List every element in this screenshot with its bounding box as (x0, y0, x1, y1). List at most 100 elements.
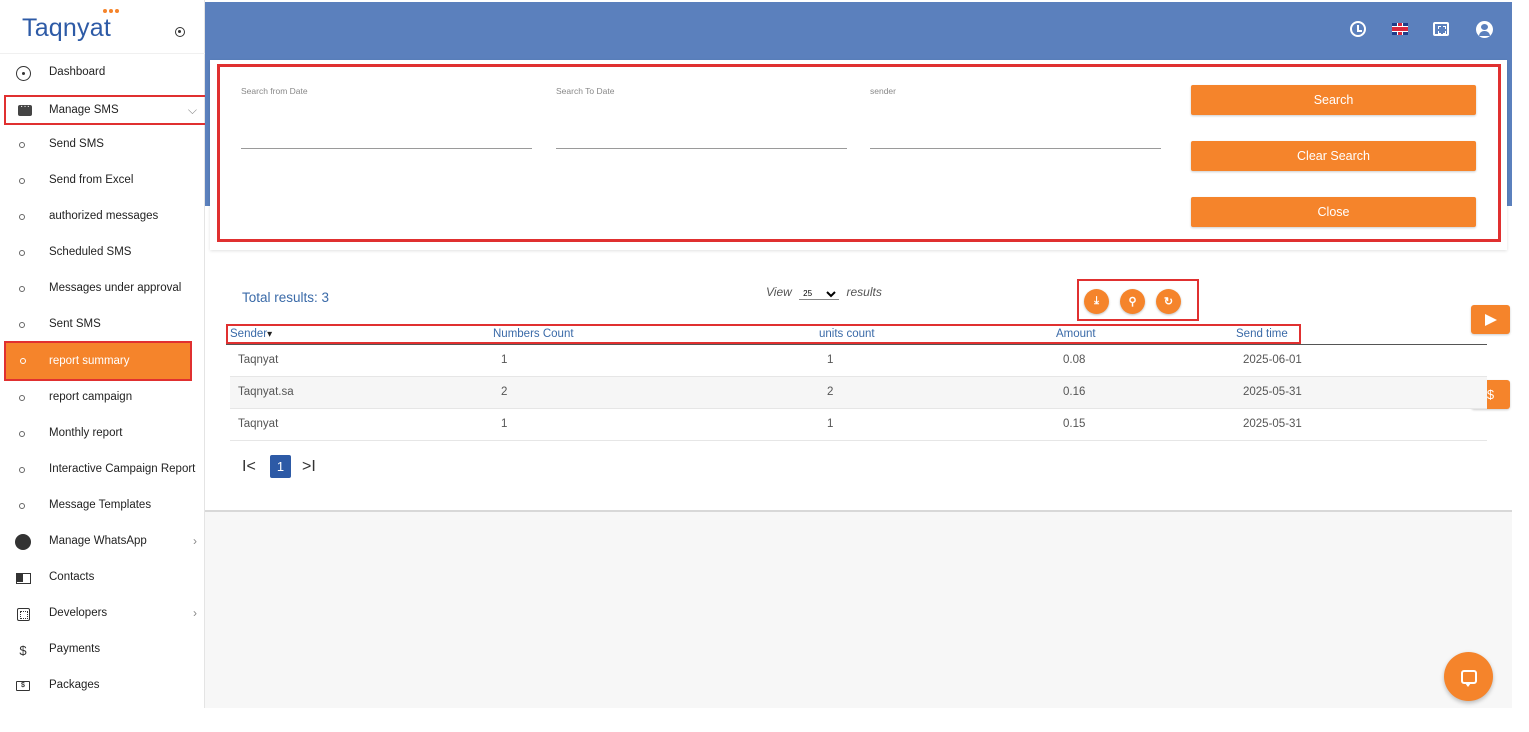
cell-amount: 0.16 (1063, 386, 1086, 398)
table-row[interactable]: Taqnyat.sa 2 2 0.16 2025-05-31 (230, 377, 1487, 409)
close-button[interactable]: Close (1191, 197, 1476, 227)
chat-icon (17, 101, 33, 118)
contacts-icon (15, 570, 31, 586)
sidebar-item-label: Interactive Campaign Report (49, 463, 196, 475)
sender-input[interactable] (870, 131, 1161, 149)
cell-numbers-count: 1 (501, 418, 508, 430)
sidebar-pin-icon[interactable] (175, 27, 185, 37)
search-to-date-field: Search To Date (556, 86, 847, 150)
circle-icon (19, 322, 25, 328)
table-row[interactable]: Taqnyat 1 1 0.08 2025-06-01 (230, 345, 1487, 377)
cell-numbers-count: 2 (501, 386, 508, 398)
sidebar-item-authorized-messages[interactable]: authorized messages (0, 199, 205, 235)
search-to-date-input[interactable] (556, 131, 847, 149)
column-header-sender[interactable]: Sender▾ (230, 328, 272, 340)
download-icon: ⤓ (1094, 295, 1099, 307)
chevron-down-icon: ⌵ (187, 103, 197, 117)
sidebar-item-label: Send from Excel (49, 174, 134, 186)
sidebar-item-contacts[interactable]: Contacts (0, 560, 205, 596)
cell-send-time: 2025-05-31 (1243, 418, 1302, 430)
search-button[interactable]: Search (1191, 85, 1476, 115)
circle-icon (19, 142, 25, 148)
sidebar-item-message-templates[interactable]: Message Templates (0, 488, 205, 524)
sidebar-item-manage-sms[interactable]: Manage SMS ⌵ (4, 95, 207, 125)
cell-numbers-count: 1 (501, 354, 508, 366)
sidebar-item-manage-whatsapp[interactable]: Manage WhatsApp › (0, 524, 205, 560)
view-suffix: results (846, 285, 882, 299)
sidebar-item-monthly-report[interactable]: Monthly report (0, 416, 205, 452)
sidebar-item-label: Packages (49, 679, 100, 691)
dollar-icon: $ (19, 642, 27, 658)
sidebar-item-label: Message Templates (49, 499, 152, 511)
sidebar: Taqnyat Dashboard Manage SMS ⌵ Send SMS … (0, 0, 207, 708)
table-row[interactable]: Taqnyat 1 1 0.15 2025-05-31 (230, 409, 1487, 441)
column-header-send-time[interactable]: Send time (1236, 328, 1288, 340)
user-icon[interactable] (1475, 20, 1493, 38)
field-label: Search from Date (241, 86, 308, 96)
page-size-select[interactable]: 25 (799, 288, 840, 300)
circle-icon (19, 467, 25, 473)
download-button[interactable]: ⤓ (1084, 289, 1109, 314)
sidebar-item-label: Contacts (49, 571, 95, 583)
view-prefix: View (766, 285, 792, 299)
circle-icon (19, 286, 25, 292)
sidebar-item-interactive-campaign-report[interactable]: Interactive Campaign Report (0, 452, 205, 488)
view-count-control: View 25 results (766, 285, 882, 300)
developers-icon (15, 606, 31, 622)
column-header-amount[interactable]: Amount (1056, 328, 1096, 340)
last-page-button[interactable]: >I (302, 455, 316, 479)
content-background (205, 512, 1512, 708)
sidebar-item-report-summary[interactable]: report summary (4, 341, 192, 381)
sidebar-item-label: Developers (49, 607, 108, 619)
sidebar-item-label: Sent SMS (49, 318, 101, 330)
clock-icon[interactable] (1349, 20, 1367, 38)
circle-icon (19, 214, 25, 220)
sidebar-item-send-from-excel[interactable]: Send from Excel (0, 163, 205, 199)
sidebar-item-label: Dashboard (49, 66, 106, 78)
logo[interactable]: Taqnyat (22, 14, 111, 43)
search-icon: ⚲ (1128, 296, 1137, 308)
sidebar-item-packages[interactable]: $ Packages (0, 668, 205, 704)
search-from-date-field: Search from Date (241, 86, 532, 150)
sidebar-item-report-campaign[interactable]: report campaign (0, 380, 205, 416)
refresh-icon: ↻ (1163, 296, 1174, 308)
logo-row: Taqnyat (0, 0, 205, 54)
sidebar-item-dashboard[interactable]: Dashboard (0, 55, 205, 91)
column-header-label: Sender (230, 328, 268, 340)
cell-units-count: 1 (827, 354, 834, 366)
sidebar-item-label: report summary (49, 355, 130, 367)
refresh-button[interactable]: ↻ (1156, 289, 1181, 314)
search-toggle-button[interactable]: ⚲ (1120, 289, 1145, 314)
circle-icon (19, 178, 25, 184)
column-header-numbers-count[interactable]: Numbers Count (493, 328, 574, 340)
sidebar-item-label: report campaign (49, 391, 133, 403)
logo-dots (103, 9, 123, 13)
sidebar-item-developers[interactable]: Developers › (0, 596, 205, 632)
sidebar-item-send-sms[interactable]: Send SMS (0, 127, 205, 163)
cell-units-count: 1 (827, 418, 834, 430)
send-side-button[interactable] (1471, 305, 1510, 334)
column-header-units-count[interactable]: units count (819, 328, 875, 340)
fullscreen-icon[interactable] (1432, 20, 1450, 38)
sender-field: sender (870, 86, 1161, 150)
cell-sender: Taqnyat (238, 418, 279, 430)
sidebar-item-label: Send SMS (49, 138, 104, 150)
cell-send-time: 2025-06-01 (1243, 354, 1302, 366)
cell-amount: 0.08 (1063, 354, 1086, 366)
cell-sender: Taqnyat (238, 354, 279, 366)
field-label: Search To Date (556, 86, 615, 96)
chat-support-button[interactable] (1444, 652, 1493, 701)
search-from-date-input[interactable] (241, 131, 532, 149)
page-number-current[interactable]: 1 (270, 455, 291, 478)
chevron-right-icon: › (193, 606, 197, 620)
sidebar-item-payments[interactable]: $ Payments (0, 632, 205, 668)
sidebar-item-messages-under-approval[interactable]: Messages under approval (0, 271, 205, 307)
first-page-button[interactable]: I< (242, 455, 256, 479)
sidebar-item-label: Manage WhatsApp (49, 535, 147, 547)
clear-search-button[interactable]: Clear Search (1191, 141, 1476, 171)
circle-icon (19, 250, 25, 256)
sidebar-item-scheduled-sms[interactable]: Scheduled SMS (0, 235, 205, 271)
sidebar-item-sent-sms[interactable]: Sent SMS (0, 307, 205, 343)
cell-units-count: 2 (827, 386, 834, 398)
uk-flag-icon[interactable] (1391, 20, 1409, 38)
